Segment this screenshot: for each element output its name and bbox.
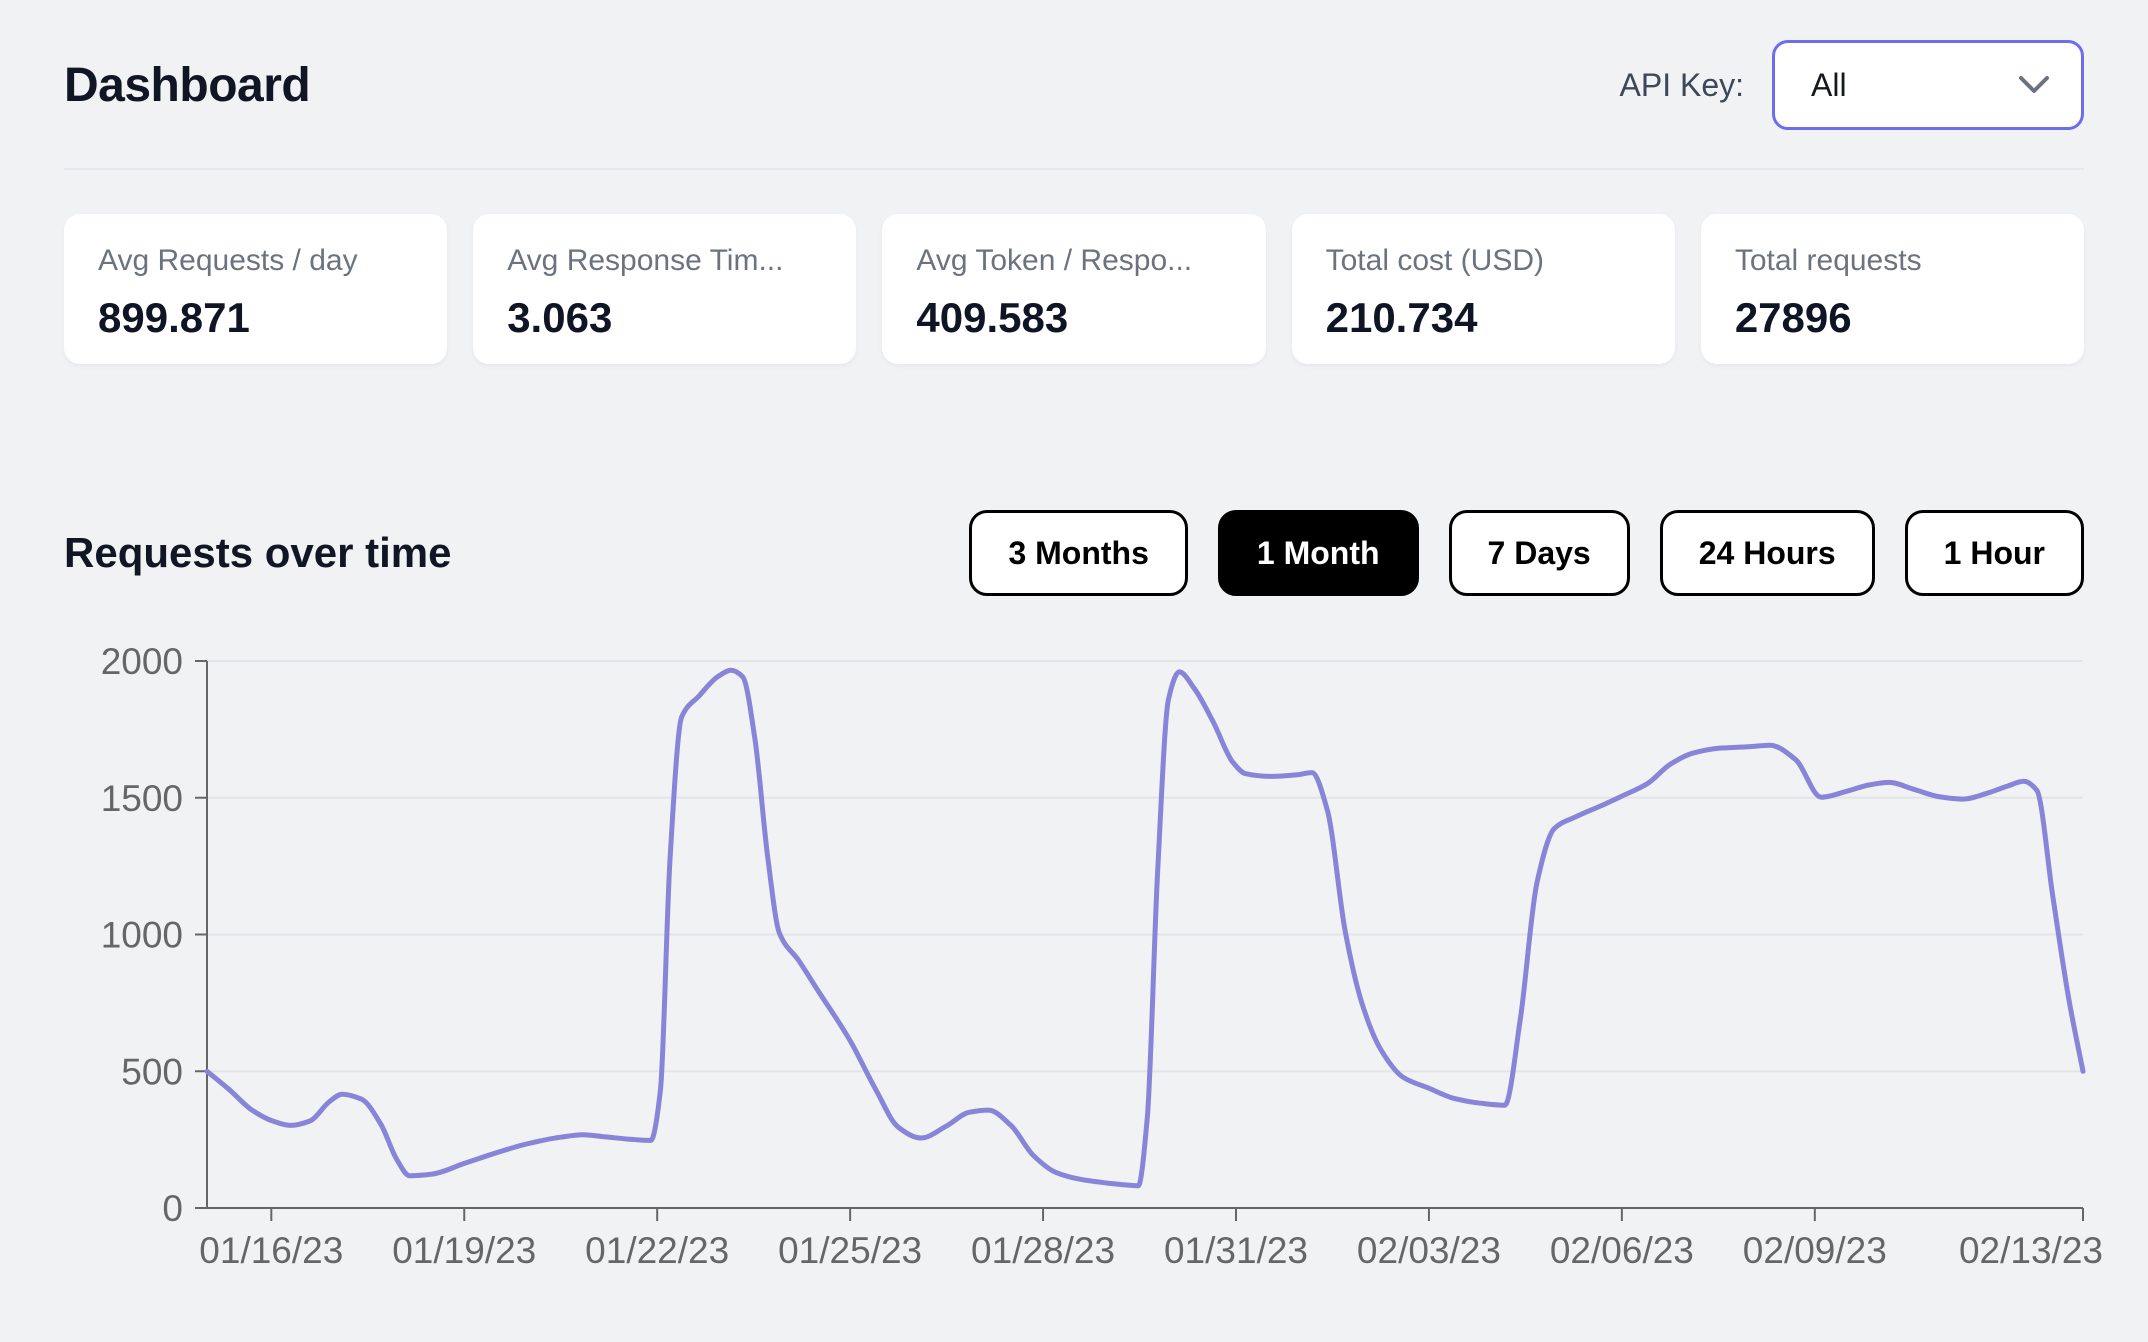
requests-line-series <box>204 667 2086 1189</box>
section-title: Requests over time <box>64 529 452 576</box>
stat-card-avg-requests: Avg Requests / day 899.871 <box>64 214 448 364</box>
x-tick-label: 02/09/23 <box>1743 1230 1887 1271</box>
stat-card-total-cost: Total cost (USD) 210.734 <box>1291 214 1675 364</box>
x-tick-label: 01/25/23 <box>778 1230 922 1271</box>
stat-card-avg-response-time: Avg Response Tim... 3.063 <box>473 214 857 364</box>
y-tick-label: 0 <box>162 1188 183 1229</box>
y-tick-label: 2000 <box>101 641 183 682</box>
dashboard-page: Dashboard API Key: All Avg Requests / da… <box>0 0 2148 596</box>
stat-value: 210.734 <box>1325 294 1478 341</box>
header-divider <box>64 168 2084 170</box>
x-tick-label: 02/06/23 <box>1550 1230 1694 1271</box>
stat-cards: Avg Requests / day 899.871 Avg Response … <box>64 214 2085 364</box>
stat-value: 3.063 <box>507 294 613 341</box>
stat-label: Total requests <box>1734 244 1922 277</box>
x-tick-label: 01/22/23 <box>585 1230 729 1271</box>
stat-card-avg-token: Avg Token / Respo... 409.583 <box>882 214 1266 364</box>
y-axis: 0 500 1000 1500 2000 <box>101 641 208 1229</box>
header: Dashboard API Key: All <box>64 0 2084 130</box>
y-tick-label: 500 <box>121 1051 183 1092</box>
api-key-select[interactable]: All <box>1772 40 2084 130</box>
x-tick-label: 01/28/23 <box>971 1230 1115 1271</box>
range-button-7-days[interactable]: 7 Days <box>1448 510 1630 596</box>
stat-label: Avg Requests / day <box>98 244 358 277</box>
gridlines <box>207 660 2083 1073</box>
stat-label: Total cost (USD) <box>1325 244 1544 277</box>
x-tick-label: 01/16/23 <box>199 1230 343 1271</box>
stat-value: 409.583 <box>916 294 1069 341</box>
stat-value: 899.871 <box>98 294 250 341</box>
stat-label: Avg Token / Respo... <box>916 244 1193 277</box>
range-button-1-month[interactable]: 1 Month <box>1217 510 1419 596</box>
api-key-control: API Key: All <box>1619 40 2084 130</box>
stat-card-total-requests: Total requests 27896 <box>1700 214 2085 364</box>
page-title: Dashboard <box>64 58 311 112</box>
y-tick-label: 1000 <box>101 915 183 956</box>
requests-over-time-chart: 0 500 1000 1500 2000 01/16/23 01/19/23 01/22/23… <box>101 641 2103 1271</box>
x-tick-label: 01/19/23 <box>392 1230 536 1271</box>
chevron-down-icon <box>2017 74 2051 96</box>
range-button-24-hours[interactable]: 24 Hours <box>1659 510 1875 596</box>
range-button-1-hour[interactable]: 1 Hour <box>1904 510 2084 596</box>
range-button-3-months[interactable]: 3 Months <box>969 510 1188 596</box>
stat-value: 27896 <box>1734 294 1852 341</box>
chart-section-header: Requests over time 3 Months 1 Month 7 Da… <box>64 510 2084 596</box>
api-key-selected-value: All <box>1811 66 1847 103</box>
x-axis: 01/16/23 01/19/23 01/22/23 01/25/23 01/28/23… <box>199 1207 2103 1271</box>
x-tick-label: 02/13/23 <box>1959 1230 2103 1271</box>
time-range-buttons: 3 Months 1 Month 7 Days 24 Hours 1 Hour <box>969 510 2084 596</box>
x-tick-label: 02/03/23 <box>1357 1230 1501 1271</box>
y-tick-label: 1500 <box>101 778 183 819</box>
x-tick-label: 01/31/23 <box>1164 1230 1308 1271</box>
stat-label: Avg Response Tim... <box>507 244 784 277</box>
api-key-label: API Key: <box>1619 66 1745 103</box>
